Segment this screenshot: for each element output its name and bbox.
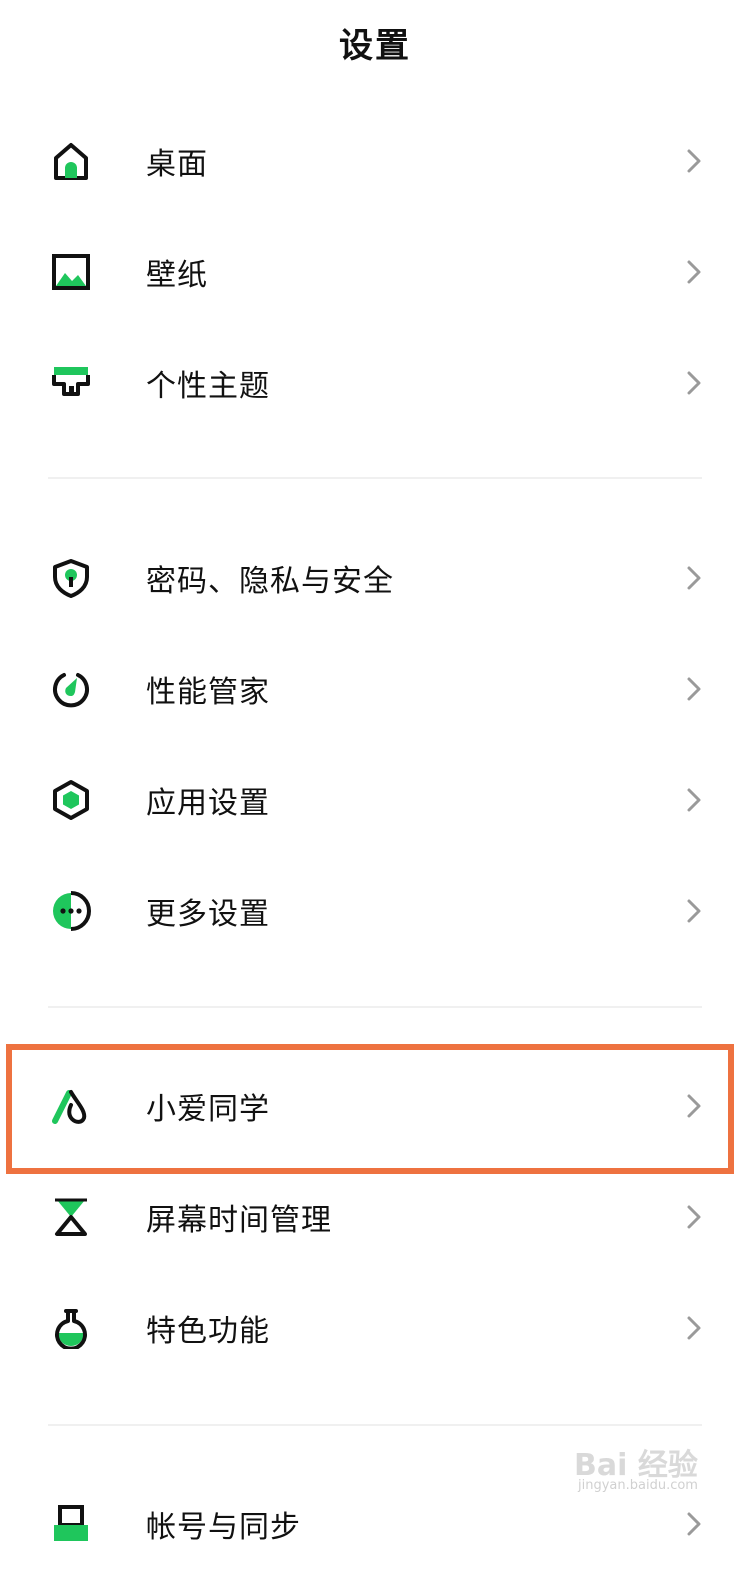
home-icon — [50, 140, 92, 182]
hourglass-icon — [50, 1196, 92, 1238]
chevron-right-icon — [684, 675, 704, 703]
section-divider — [48, 1006, 702, 1008]
chevron-right-icon — [684, 369, 704, 397]
settings-item-label: 个性主题 — [146, 368, 270, 404]
flask-icon — [50, 1307, 92, 1349]
chevron-right-icon — [684, 1092, 704, 1120]
settings-item-label: 更多设置 — [146, 896, 270, 932]
settings-item-label: 特色功能 — [146, 1313, 270, 1349]
settings-item-app-settings[interactable]: 应用设置 — [0, 744, 750, 855]
watermark-url: jingyan.baidu.com — [578, 1478, 698, 1493]
settings-item-label: 屏幕时间管理 — [146, 1202, 332, 1238]
chevron-right-icon — [684, 564, 704, 592]
section-divider — [48, 477, 702, 479]
chevron-right-icon — [684, 258, 704, 286]
settings-item-label: 帐号与同步 — [146, 1509, 301, 1545]
settings-item-performance[interactable]: 性能管家 — [0, 633, 750, 744]
chevron-right-icon — [684, 1203, 704, 1231]
chevron-right-icon — [684, 786, 704, 814]
chevron-right-icon — [684, 147, 704, 175]
xiaoai-assistant-icon — [50, 1085, 92, 1127]
hexagon-app-icon — [50, 779, 92, 821]
account-sync-icon — [50, 1503, 92, 1545]
settings-item-label: 应用设置 — [146, 785, 270, 821]
settings-item-label: 壁纸 — [146, 257, 208, 293]
settings-item-label: 性能管家 — [146, 674, 270, 710]
wallpaper-icon — [50, 251, 92, 293]
settings-item-features[interactable]: 特色功能 — [0, 1272, 750, 1383]
settings-item-label: 密码、隐私与安全 — [146, 563, 394, 599]
chevron-right-icon — [684, 1314, 704, 1342]
settings-item-wallpaper[interactable]: 壁纸 — [0, 216, 750, 327]
settings-item-screen-time[interactable]: 屏幕时间管理 — [0, 1161, 750, 1272]
settings-item-label: 桌面 — [146, 146, 208, 182]
baidu-jingyan-watermark: Bai 经验 jingyan.baidu.com — [574, 1440, 714, 1500]
section-divider — [48, 1424, 702, 1426]
settings-item-privacy-security[interactable]: 密码、隐私与安全 — [0, 522, 750, 633]
page-title: 设置 — [339, 26, 411, 66]
chevron-right-icon — [684, 897, 704, 925]
theme-brush-icon — [50, 362, 92, 404]
settings-item-more-settings[interactable]: 更多设置 — [0, 855, 750, 966]
settings-item-desktop[interactable]: 桌面 — [0, 105, 750, 216]
more-dots-icon — [50, 890, 92, 932]
settings-item-theme[interactable]: 个性主题 — [0, 327, 750, 438]
settings-item-xiaoai[interactable]: 小爱同学 — [0, 1050, 750, 1161]
chevron-right-icon — [684, 1510, 704, 1538]
shield-lock-icon — [50, 557, 92, 599]
performance-gauge-icon — [50, 668, 92, 710]
settings-item-label: 小爱同学 — [146, 1091, 270, 1127]
